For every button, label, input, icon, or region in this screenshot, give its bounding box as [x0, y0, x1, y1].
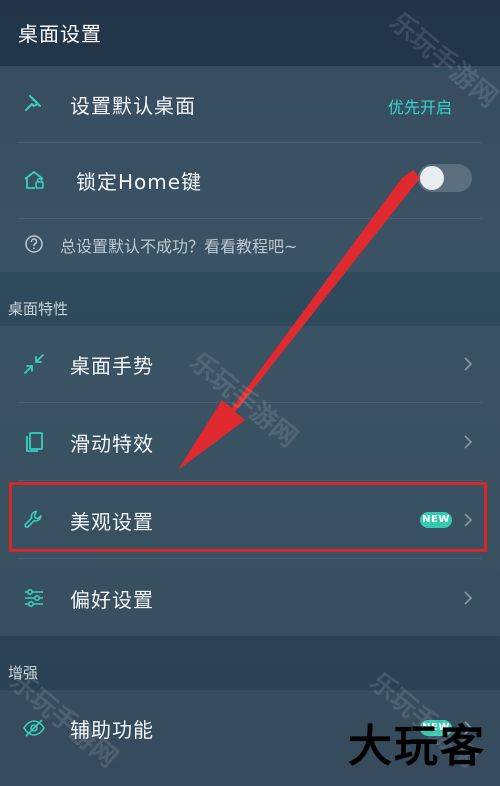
tutorial-hint-link[interactable]: 总设置默认不成功？看看教程吧~	[60, 233, 297, 257]
desktop-gestures-label: 桌面手势	[70, 354, 154, 378]
scroll-effects-label: 滑动特效	[70, 432, 154, 456]
preferences-label: 偏好设置	[70, 588, 154, 612]
preferences-row[interactable]: 偏好设置	[0, 560, 500, 636]
home-lock-icon	[22, 168, 46, 192]
overlay-logo-text: 大玩客	[348, 721, 486, 772]
pin-icon	[22, 92, 46, 116]
chevron-right-icon	[462, 354, 474, 374]
prioritize-enable-link[interactable]: 优先开启	[388, 94, 452, 118]
chevron-right-icon	[462, 588, 474, 608]
gesture-compress-icon	[22, 352, 46, 376]
question-circle-icon	[24, 234, 44, 254]
section-label-desktop-features: 桌面特性	[8, 300, 69, 318]
desktop-features-group: 桌面手势 滑动特效 美观设置 NEW 偏好设置	[0, 326, 500, 636]
toggle-knob	[420, 166, 444, 190]
divider	[18, 558, 482, 559]
chevron-right-icon	[462, 432, 474, 452]
copy-cards-icon	[22, 430, 46, 454]
sliders-icon	[22, 586, 46, 610]
highlight-box	[9, 482, 487, 552]
divider	[18, 218, 482, 219]
default-launcher-label: 设置默认桌面	[70, 94, 196, 118]
lock-home-label: 锁定Home键	[76, 170, 203, 194]
default-launcher-row[interactable]: 设置默认桌面 优先开启	[0, 66, 500, 142]
divider	[18, 480, 482, 481]
lock-home-row[interactable]: 锁定Home键	[0, 142, 500, 218]
launcher-settings-group: 设置默认桌面 优先开启 锁定Home键 总设置默认不成功？看看教程吧~	[0, 66, 500, 272]
lock-home-toggle[interactable]	[418, 164, 472, 192]
page-title: 桌面设置	[18, 22, 102, 46]
